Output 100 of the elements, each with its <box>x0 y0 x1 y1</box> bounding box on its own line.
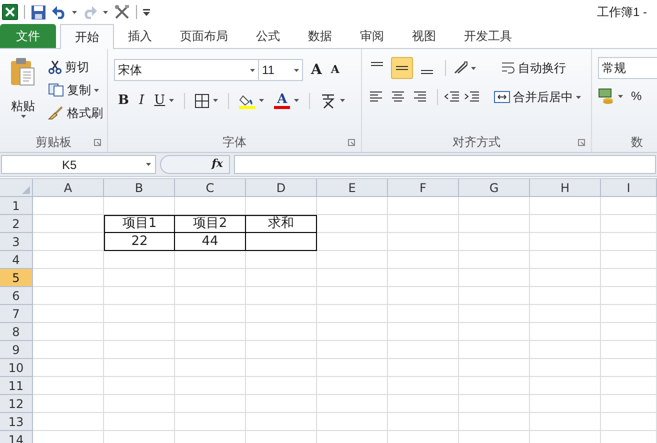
spreadsheet-cell[interactable] <box>33 251 104 269</box>
spreadsheet-cell[interactable] <box>317 305 388 323</box>
spreadsheet-cell[interactable] <box>246 377 317 395</box>
spreadsheet-cell[interactable] <box>388 233 459 251</box>
spreadsheet-cell[interactable] <box>601 377 657 395</box>
column-header[interactable]: D <box>246 179 317 197</box>
brush-icon[interactable] <box>48 106 64 120</box>
spreadsheet-cell[interactable] <box>246 287 317 305</box>
spreadsheet-cell[interactable] <box>175 305 246 323</box>
spreadsheet-cell[interactable] <box>459 395 530 413</box>
spreadsheet-cell[interactable] <box>530 341 601 359</box>
currency-icon[interactable] <box>598 88 614 104</box>
spreadsheet-cell[interactable] <box>175 287 246 305</box>
spreadsheet-cell[interactable] <box>317 413 388 431</box>
caret-icon[interactable] <box>146 163 151 166</box>
spreadsheet-cell[interactable] <box>388 305 459 323</box>
column-header[interactable]: F <box>388 179 459 197</box>
spreadsheet-cell[interactable] <box>246 197 317 215</box>
number-format-dropdown[interactable]: 常规 <box>598 57 657 79</box>
spreadsheet-cell[interactable] <box>246 251 317 269</box>
spreadsheet-cell[interactable] <box>246 341 317 359</box>
align-right-icon[interactable] <box>413 90 429 104</box>
font-color-button[interactable]: A <box>274 92 290 109</box>
spreadsheet-cell[interactable] <box>601 413 657 431</box>
spreadsheet-cell[interactable] <box>175 341 246 359</box>
spreadsheet-cell[interactable] <box>388 287 459 305</box>
row-header[interactable]: 6 <box>0 287 33 305</box>
dialog-launcher-icon[interactable] <box>348 139 355 146</box>
formula-input-field[interactable] <box>234 155 656 174</box>
spreadsheet-cell[interactable] <box>33 233 104 251</box>
name-box[interactable]: K5 <box>1 155 156 174</box>
spreadsheet-cell[interactable] <box>317 341 388 359</box>
spreadsheet-cell[interactable] <box>530 233 601 251</box>
paste-button[interactable]: 粘贴 <box>4 53 42 132</box>
caret-icon[interactable] <box>340 99 346 102</box>
spreadsheet-cell[interactable] <box>601 341 657 359</box>
wrap-text-icon[interactable] <box>501 61 515 75</box>
spreadsheet-cell[interactable] <box>388 323 459 341</box>
spreadsheet-cell[interactable] <box>317 215 388 233</box>
caret-icon[interactable] <box>169 99 174 102</box>
row-header[interactable]: 11 <box>0 377 33 395</box>
spreadsheet-cell[interactable] <box>104 251 175 269</box>
scissors-icon[interactable] <box>48 60 62 74</box>
spreadsheet-cell[interactable] <box>388 251 459 269</box>
underline-button[interactable]: U <box>154 91 166 110</box>
ribbon-tab[interactable]: 插入 <box>114 24 166 48</box>
column-header[interactable]: A <box>33 179 104 197</box>
row-header[interactable]: 9 <box>0 341 33 359</box>
spreadsheet-cell[interactable] <box>246 395 317 413</box>
select-all-icon[interactable] <box>22 186 30 194</box>
spreadsheet-cell[interactable] <box>104 287 175 305</box>
spreadsheet-cell[interactable] <box>104 197 175 215</box>
spreadsheet-cell[interactable] <box>601 197 657 215</box>
align-center-icon[interactable] <box>391 90 407 104</box>
spreadsheet-cell[interactable] <box>33 413 104 431</box>
caret-icon[interactable] <box>20 115 26 118</box>
copy-icon[interactable] <box>48 83 64 97</box>
row-header[interactable]: 12 <box>0 395 33 413</box>
spreadsheet-cell[interactable] <box>388 395 459 413</box>
ribbon-tab[interactable]: 审阅 <box>346 24 398 48</box>
row-header[interactable]: 7 <box>0 305 33 323</box>
caret-icon[interactable] <box>294 68 299 72</box>
ribbon-tab[interactable]: 文件 <box>0 24 56 48</box>
spreadsheet-cell[interactable] <box>459 215 530 233</box>
spreadsheet-cell[interactable] <box>33 395 104 413</box>
spreadsheet-cell[interactable] <box>388 197 459 215</box>
row-header[interactable]: 4 <box>0 251 33 269</box>
spreadsheet-cell[interactable] <box>317 287 388 305</box>
spreadsheet-cell[interactable] <box>601 395 657 413</box>
column-header[interactable]: H <box>530 179 601 197</box>
undo-icon[interactable] <box>52 5 66 19</box>
spreadsheet-cell[interactable] <box>317 359 388 377</box>
spreadsheet-logo-icon[interactable] <box>2 4 18 20</box>
borders-icon[interactable] <box>195 94 210 108</box>
align-button[interactable] <box>391 57 413 79</box>
ribbon-tab[interactable]: 数据 <box>294 24 346 48</box>
spreadsheet-cell[interactable] <box>530 215 601 233</box>
caret-icon[interactable] <box>471 66 476 70</box>
spreadsheet-cell[interactable] <box>601 323 657 341</box>
spreadsheet-cell[interactable] <box>459 197 530 215</box>
spreadsheet-cell[interactable] <box>317 323 388 341</box>
spreadsheet-cell[interactable] <box>175 359 246 377</box>
insert-function-button[interactable]: fx <box>212 156 223 173</box>
spreadsheet-cell[interactable] <box>246 359 317 377</box>
spreadsheet-cell[interactable] <box>246 305 317 323</box>
spreadsheet-cell[interactable] <box>175 377 246 395</box>
spreadsheet-cell[interactable] <box>33 341 104 359</box>
caret-icon[interactable] <box>250 68 255 72</box>
spreadsheet-cell[interactable] <box>459 305 530 323</box>
spreadsheet-cell[interactable] <box>175 323 246 341</box>
percent-button[interactable]: % <box>631 87 642 105</box>
caret-icon[interactable] <box>259 99 264 102</box>
ribbon-tab[interactable]: 开发工具 <box>450 24 526 48</box>
orientation-icon[interactable] <box>453 61 469 75</box>
caret-icon[interactable] <box>72 10 77 14</box>
caret-icon[interactable] <box>576 96 581 98</box>
merge-cells-icon[interactable] <box>494 90 510 104</box>
spreadsheet-cell[interactable] <box>33 323 104 341</box>
caret-icon[interactable] <box>103 10 108 14</box>
spreadsheet-cell[interactable] <box>459 323 530 341</box>
